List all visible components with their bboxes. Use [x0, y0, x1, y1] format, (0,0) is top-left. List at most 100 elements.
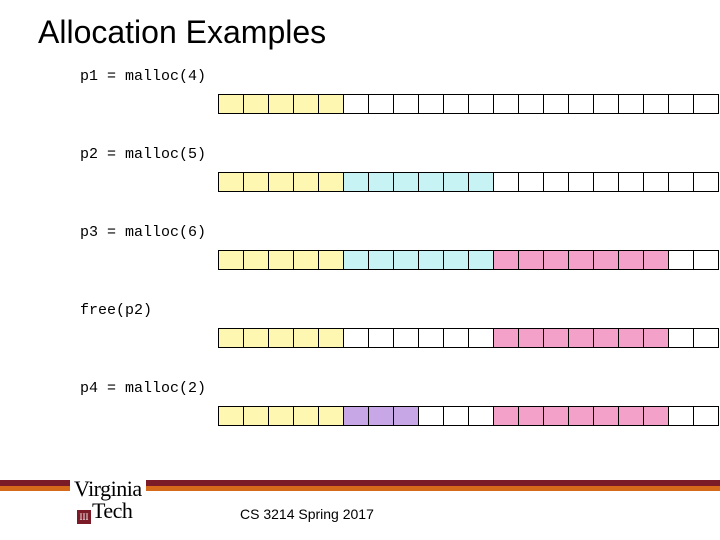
heap-cell: [268, 250, 294, 270]
heap-cell: [618, 328, 644, 348]
heap-cell: [393, 406, 419, 426]
heap-cell: [368, 94, 394, 114]
step-row: p1 = malloc(4): [80, 68, 206, 91]
heap-cell: [493, 406, 519, 426]
heap-cell: [518, 406, 544, 426]
heap-cell: [243, 94, 269, 114]
heap-cell: [468, 94, 494, 114]
step-row: p4 = malloc(2): [80, 380, 206, 403]
heap-cell: [568, 172, 594, 192]
heap-cell: [468, 172, 494, 192]
heap-cell: [593, 94, 619, 114]
heap-cell: [368, 328, 394, 348]
heap-cell: [343, 94, 369, 114]
vt-logo: Virginia IIITech: [70, 478, 146, 522]
heap-bar: [218, 250, 719, 270]
heap-cell: [693, 328, 719, 348]
heap-cell: [368, 406, 394, 426]
step-code: p1 = malloc(4): [80, 68, 206, 85]
heap-cell: [443, 328, 469, 348]
heap-cell: [368, 250, 394, 270]
heap-cell: [518, 94, 544, 114]
heap-cell: [218, 250, 244, 270]
heap-cell: [268, 406, 294, 426]
heap-bar: [218, 172, 719, 192]
heap-cell: [643, 94, 669, 114]
heap-cell: [543, 406, 569, 426]
step-code: free(p2): [80, 302, 152, 319]
heap-cell: [443, 250, 469, 270]
step-code: p2 = malloc(5): [80, 146, 206, 163]
heap-bar: [218, 406, 719, 426]
heap-cell: [418, 406, 444, 426]
heap-cell: [393, 94, 419, 114]
heap-cell: [618, 406, 644, 426]
heap-cell: [418, 250, 444, 270]
step-code: p4 = malloc(2): [80, 380, 206, 397]
heap-cell: [468, 328, 494, 348]
heap-cell: [493, 172, 519, 192]
heap-cell: [343, 250, 369, 270]
heap-cell: [568, 406, 594, 426]
heap-cell: [543, 250, 569, 270]
heap-cell: [643, 250, 669, 270]
heap-cell: [668, 250, 694, 270]
heap-cell: [243, 250, 269, 270]
heap-cell: [393, 250, 419, 270]
heap-cell: [318, 172, 344, 192]
heap-cell: [668, 172, 694, 192]
heap-cell: [668, 406, 694, 426]
heap-cell: [293, 328, 319, 348]
heap-cell: [218, 172, 244, 192]
heap-cell: [318, 406, 344, 426]
heap-cell: [643, 406, 669, 426]
heap-cell: [218, 94, 244, 114]
heap-cell: [568, 328, 594, 348]
heap-cell: [493, 328, 519, 348]
heap-cell: [443, 406, 469, 426]
heap-cell: [518, 328, 544, 348]
heap-cell: [568, 250, 594, 270]
heap-cell: [618, 250, 644, 270]
heap-cell: [343, 172, 369, 192]
slide-title: Allocation Examples: [38, 14, 326, 51]
heap-cell: [443, 172, 469, 192]
heap-cell: [293, 94, 319, 114]
heap-cell: [343, 406, 369, 426]
heap-cell: [593, 172, 619, 192]
heap-cell: [418, 328, 444, 348]
heap-cell: [668, 94, 694, 114]
heap-cell: [518, 250, 544, 270]
heap-cell: [268, 172, 294, 192]
heap-cell: [268, 94, 294, 114]
footer-text: CS 3214 Spring 2017: [240, 506, 374, 522]
step-row: free(p2): [80, 302, 152, 325]
heap-cell: [643, 328, 669, 348]
heap-cell: [418, 172, 444, 192]
heap-cell: [593, 250, 619, 270]
heap-cell: [293, 250, 319, 270]
heap-cell: [393, 172, 419, 192]
logo-mark: III: [77, 510, 91, 524]
step-row: p3 = malloc(6): [80, 224, 206, 247]
heap-cell: [468, 406, 494, 426]
heap-cell: [543, 94, 569, 114]
heap-cell: [343, 328, 369, 348]
heap-cell: [618, 172, 644, 192]
heap-cell: [643, 172, 669, 192]
heap-cell: [543, 328, 569, 348]
heap-cell: [618, 94, 644, 114]
heap-cell: [318, 328, 344, 348]
heap-cell: [318, 250, 344, 270]
heap-cell: [568, 94, 594, 114]
heap-cell: [593, 406, 619, 426]
heap-cell: [218, 406, 244, 426]
heap-cell: [293, 172, 319, 192]
heap-cell: [393, 328, 419, 348]
heap-cell: [243, 406, 269, 426]
heap-cell: [243, 172, 269, 192]
heap-cell: [493, 94, 519, 114]
heap-cell: [543, 172, 569, 192]
heap-cell: [593, 328, 619, 348]
heap-cell: [693, 172, 719, 192]
